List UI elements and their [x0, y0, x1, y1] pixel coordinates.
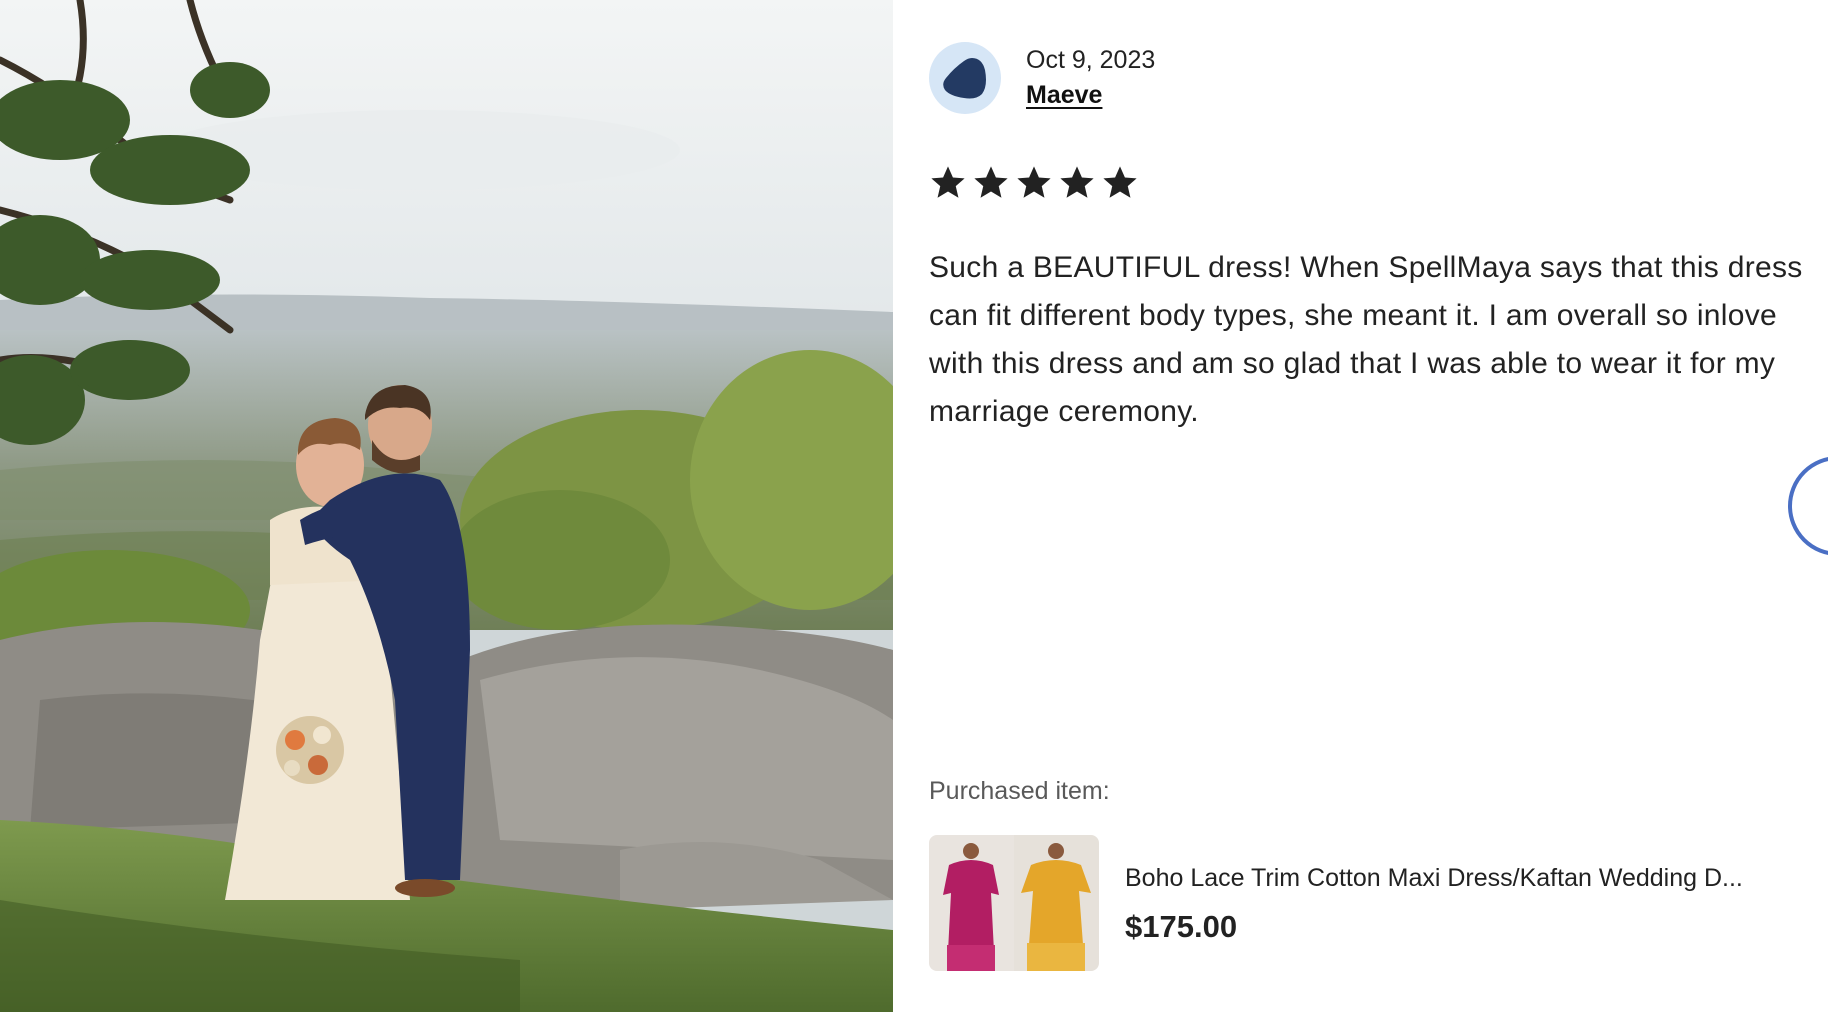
review-text: Such a BEAUTIFUL dress! When SpellMaya s… — [929, 251, 1803, 428]
review-date: Oct 9, 2023 — [1026, 46, 1156, 74]
star-icon — [1103, 166, 1137, 198]
star-icon — [1017, 166, 1051, 198]
review-modal: Oct 9, 2023 Maeve Such a BEAUTIFUL dress… — [0, 0, 1828, 1012]
star-icon — [931, 166, 965, 198]
item-price: $175.00 — [1125, 909, 1238, 944]
purchased-item-card[interactable]: Boho Lace Trim Cotton Maxi Dress/Kaftan … — [929, 835, 1815, 971]
reviewer-meta: Oct 9, 2023 Maeve — [1026, 43, 1155, 113]
review-photo — [0, 0, 893, 1012]
item-title[interactable]: Boho Lace Trim Cotton Maxi Dress/Kaftan … — [1125, 861, 1815, 895]
review-details: Oct 9, 2023 Maeve Such a BEAUTIFUL dress… — [893, 0, 1828, 1012]
item-info: Boho Lace Trim Cotton Maxi Dress/Kaftan … — [1125, 861, 1815, 945]
next-review-button[interactable] — [1788, 456, 1828, 556]
reviewer-header: Oct 9, 2023 Maeve — [929, 42, 1155, 114]
purchased-item-label: Purchased item: — [929, 777, 1110, 805]
avatar — [929, 42, 1001, 114]
star-icon — [1060, 166, 1094, 198]
star-rating — [929, 164, 1139, 202]
avatar-icon — [943, 58, 986, 99]
star-icon — [974, 166, 1008, 198]
reviewer-name-link[interactable]: Maeve — [1026, 77, 1155, 113]
item-thumbnail[interactable] — [929, 835, 1099, 971]
